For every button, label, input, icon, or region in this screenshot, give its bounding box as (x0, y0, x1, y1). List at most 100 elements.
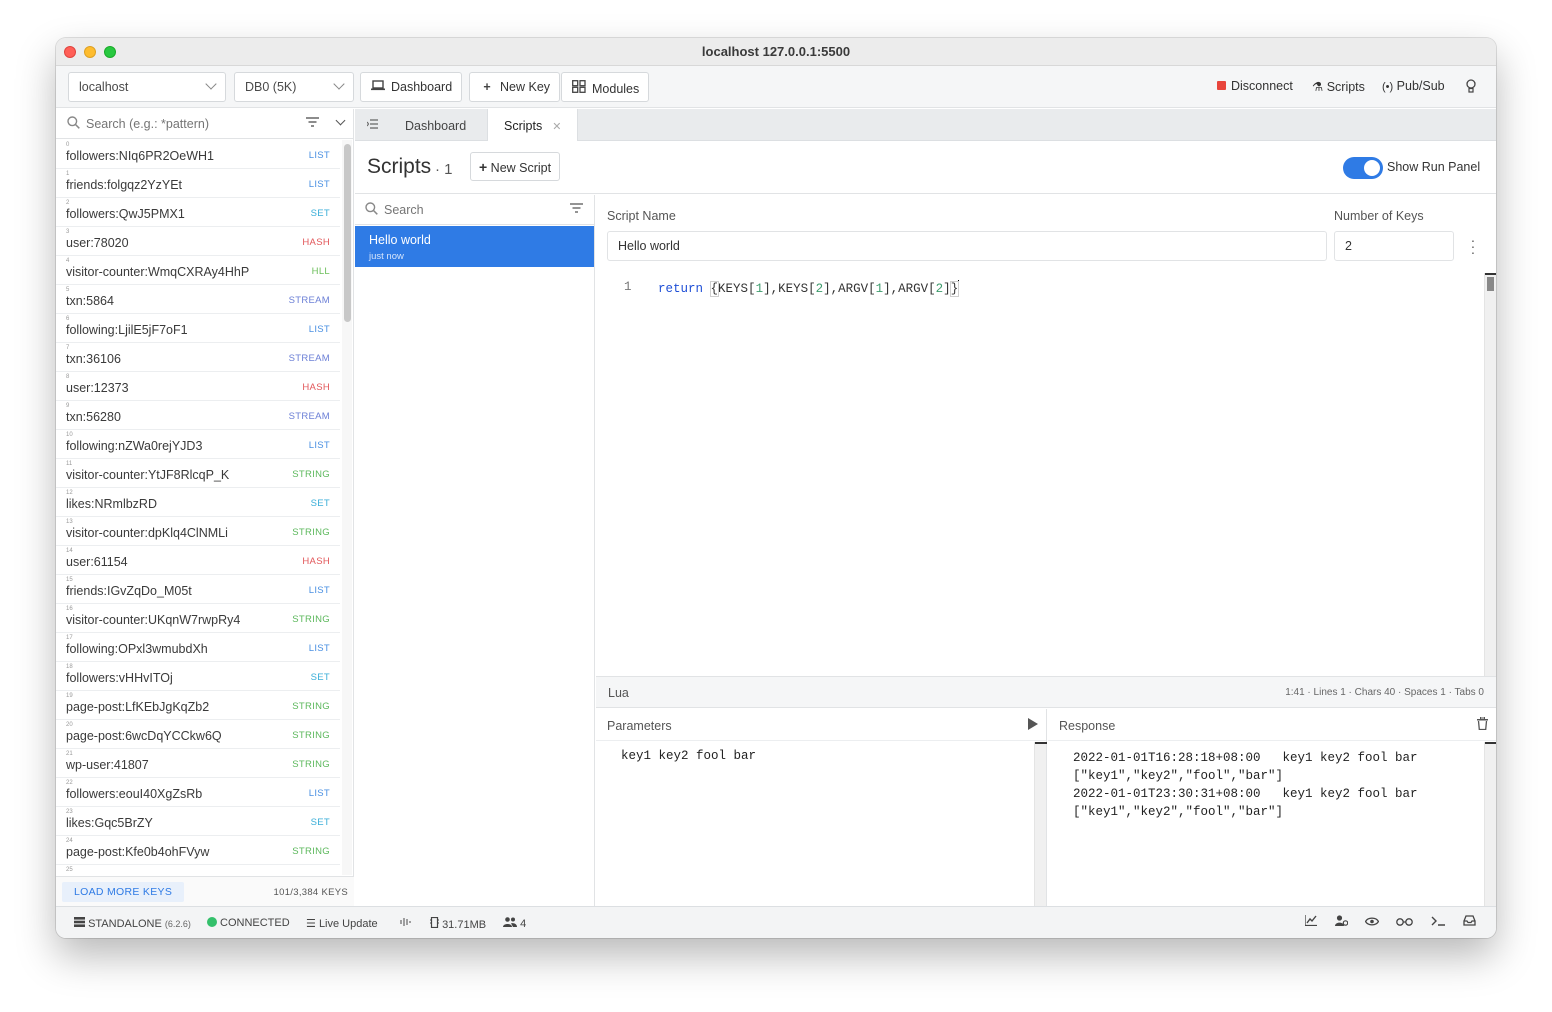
user-settings-icon[interactable] (1334, 915, 1351, 929)
editor-scroll-thumb[interactable] (1487, 277, 1494, 291)
chart-icon[interactable] (1304, 915, 1320, 929)
code-token: KEYS[ (718, 282, 756, 296)
scripts-header: Scripts · 1 + New Script Show Run Panel (355, 141, 1496, 194)
chevron-down-icon[interactable] (335, 115, 346, 126)
response-params: key1 key2 fool bar (1282, 787, 1418, 801)
response-scrollbar[interactable] (1484, 742, 1496, 906)
script-search-input[interactable] (384, 199, 554, 221)
response-time: 2022-01-01T16:28:18+08:00 (1073, 751, 1261, 765)
key-list-item[interactable]: 20 page-post:6wcDqYCCkw6Q STRING (56, 720, 340, 749)
key-list-item[interactable]: 2 followers:QwJ5PMX1 SET (56, 198, 340, 227)
editor-scrollbar[interactable] (1484, 273, 1496, 676)
tab-dashboard[interactable]: Dashboard (389, 109, 482, 141)
key-list-item[interactable]: 17 following:OPxl3wmubdXh LIST (56, 633, 340, 662)
key-list-item[interactable]: 6 following:LjilE5jF7oF1 LIST (56, 314, 340, 343)
key-list-item[interactable]: 0 followers:NIq6PR2OeWH1 LIST (56, 140, 340, 169)
close-tab-icon[interactable]: ✕ (552, 121, 561, 133)
inbox-icon[interactable] (1463, 915, 1476, 929)
dashboard-button[interactable]: Dashboard (360, 72, 463, 102)
key-list-item[interactable]: 7 txn:36106 STREAM (56, 343, 340, 372)
key-list-item[interactable]: 3 user:78020 HASH (56, 227, 340, 256)
script-list-item[interactable]: Hello world just now (355, 226, 594, 267)
parameters-scrollbar[interactable] (1034, 742, 1047, 906)
chevron-down-icon (333, 78, 345, 90)
script-name-input[interactable] (607, 231, 1327, 261)
load-more-keys-button[interactable]: LOAD MORE KEYS (62, 882, 185, 902)
tab-menu-icon[interactable] (366, 118, 378, 132)
play-icon[interactable] (1028, 718, 1038, 730)
tab-scripts[interactable]: Scripts ✕ (487, 109, 579, 142)
number-of-keys-input[interactable] (1334, 231, 1454, 261)
key-index: 3 (66, 229, 70, 235)
key-search-input[interactable] (86, 113, 296, 135)
code-token: { (709, 281, 719, 297)
script-name-label: Script Name (607, 209, 676, 223)
key-list-item[interactable]: 22 followers:eouI40XgZsRb LIST (56, 778, 340, 807)
key-list-item[interactable]: 14 user:61154 HASH (56, 546, 340, 575)
key-index: 24 (66, 838, 73, 844)
modules-button[interactable]: Modules (561, 72, 650, 102)
users-icon (503, 917, 520, 930)
scripts-link[interactable]: ⚗ Scripts (1312, 79, 1365, 94)
key-list-item[interactable]: 19 page-post:LfKEbJgKqZb2 STRING (56, 691, 340, 720)
key-name: page-post:6wcDqYCCkw6Q (66, 729, 222, 743)
language-label: Lua (608, 686, 629, 700)
trash-icon[interactable] (1477, 716, 1488, 733)
glasses-icon[interactable] (1396, 915, 1416, 929)
lightbulb-icon[interactable] (1466, 79, 1476, 96)
response-result: ["key1","key2","fool","bar"] (1073, 769, 1284, 783)
waveform-icon[interactable] (400, 917, 412, 930)
key-list-item[interactable]: 12 likes:NRmlbzRD SET (56, 488, 340, 517)
key-list-item[interactable]: 4 visitor-counter:WmqCXRAy4HhP HLL (56, 256, 340, 285)
live-update-button[interactable]: ☰ Live Update (306, 917, 378, 930)
key-name: followers:NIq6PR2OeWH1 (66, 149, 214, 163)
key-list-item[interactable]: 1 friends:folgqz2YzYEt LIST (56, 169, 340, 198)
key-type-badge: STRING (292, 614, 330, 625)
pubsub-link[interactable]: (•) Pub/Sub (1382, 79, 1445, 93)
key-name: visitor-counter:YtJF8RlcqP_K (66, 468, 230, 482)
connection-select-value: localhost (79, 80, 129, 94)
key-list-item[interactable]: 10 following:nZWa0rejYJD3 LIST (56, 430, 340, 459)
key-index: 25 (66, 867, 73, 873)
disconnect-button[interactable]: Disconnect (1217, 79, 1293, 93)
response-panel: Response 2022-01-01T16:28:18+08:00 key1 k… (1048, 709, 1496, 906)
new-script-button[interactable]: + New Script (470, 152, 561, 181)
code-editor[interactable]: 1 return {KEYS[1],KEYS[2],ARGV[1],ARGV[2… (596, 273, 1486, 676)
key-type-badge: STRING (292, 759, 330, 770)
eye-icon[interactable] (1364, 915, 1382, 929)
key-list-item[interactable]: 24 page-post:Kfe0b4ohFVyw STRING (56, 836, 340, 865)
db-select[interactable]: DB0 (5K) (234, 72, 354, 102)
key-list-item[interactable]: 11 visitor-counter:YtJF8RlcqP_K STRING (56, 459, 340, 488)
key-index: 8 (66, 374, 70, 380)
tab-bar: Dashboard Scripts ✕ (355, 109, 1496, 142)
response-time: 2022-01-01T23:30:31+08:00 (1073, 787, 1261, 801)
key-list-scroll-thumb[interactable] (344, 144, 351, 322)
terminal-icon[interactable] (1431, 915, 1449, 929)
key-name: txn:5864 (66, 294, 114, 308)
key-list-item[interactable]: 25 (56, 865, 340, 875)
parameters-input[interactable]: key1 key2 fool bar (621, 749, 756, 763)
check-circle-icon (207, 917, 217, 927)
key-list-item[interactable]: 16 visitor-counter:UKqnW7rwpRy4 STRING (56, 604, 340, 633)
key-name: visitor-counter:UKqnW7rwpRy4 (66, 613, 241, 627)
key-list-item[interactable]: 15 friends:IGvZqDo_M05t LIST (56, 575, 340, 604)
key-index: 9 (66, 403, 70, 409)
filter-icon[interactable] (570, 201, 583, 216)
key-list-item[interactable]: 8 user:12373 HASH (56, 372, 340, 401)
filter-icon[interactable] (306, 115, 319, 130)
key-list-item[interactable]: 9 txn:56280 STREAM (56, 401, 340, 430)
key-name: user:78020 (66, 236, 129, 250)
show-run-panel-toggle[interactable] (1343, 157, 1383, 179)
disconnect-label: Disconnect (1231, 79, 1293, 93)
key-list-item[interactable]: 18 followers:vHHvITOj SET (56, 662, 340, 691)
key-list-item[interactable]: 5 txn:5864 STREAM (56, 285, 340, 314)
key-name: following:LjilE5jF7oF1 (66, 323, 188, 337)
server-icon (74, 917, 88, 930)
key-list-item[interactable]: 23 likes:Gqc5BrZY SET (56, 807, 340, 836)
connection-select[interactable]: localhost (68, 72, 226, 102)
more-options-icon[interactable]: · · · (1470, 233, 1476, 259)
toolbar: localhost DB0 (5K) Dashboard + New Key Mo… (56, 66, 1496, 108)
new-key-button[interactable]: + New Key (469, 72, 561, 102)
key-list-item[interactable]: 13 visitor-counter:dpKlq4ClNMLi STRING (56, 517, 340, 546)
key-list-item[interactable]: 21 wp-user:41807 STRING (56, 749, 340, 778)
